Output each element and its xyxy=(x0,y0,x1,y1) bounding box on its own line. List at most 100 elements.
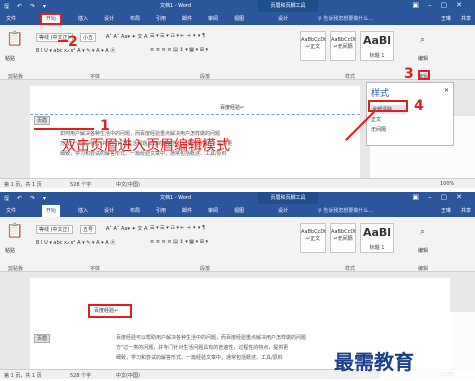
header-text[interactable]: 百度经验↵ xyxy=(94,307,118,314)
document-title: 文档1 - Word xyxy=(160,195,192,201)
window-controls[interactable]: ▣–▢✕ xyxy=(412,1,471,9)
ribbon-tabs: 文件 开始 插入 设计 布局 引用 邮件 审阅 视图 设计 ♀ 告诉我您想要做什… xyxy=(0,204,475,217)
tab-review[interactable]: 审阅 xyxy=(208,207,218,214)
tab-references[interactable]: 引用 xyxy=(156,207,166,214)
edit-label: 编辑 xyxy=(418,56,429,62)
paste-icon[interactable]: 📋 xyxy=(6,223,23,239)
body-line-2: 方"过一类的问题，并专门针对生活问题具有的普遍性，过程性的特点，提供更 xyxy=(116,345,289,351)
font-size-box[interactable]: 小五 xyxy=(80,33,97,42)
arrow-2 xyxy=(58,40,68,42)
tab-view[interactable]: 视图 xyxy=(234,15,244,22)
status-words: 528 个字 xyxy=(70,373,92,379)
tab-file[interactable]: 文件 xyxy=(6,207,16,214)
status-words: 528 个字 xyxy=(70,182,92,188)
group-clipboard: 剪贴板 xyxy=(8,266,24,272)
style-no-spacing[interactable]: AaBbCcDt ↵无间隔 xyxy=(330,223,356,253)
status-page: 第 1 页，共 1 页 xyxy=(4,182,42,188)
tab-view[interactable]: 视图 xyxy=(234,207,244,214)
tab-home[interactable]: 开始 xyxy=(42,205,61,217)
font-name-box[interactable]: 等线 (中文正) xyxy=(36,225,73,234)
highlight-styles-launcher xyxy=(418,70,430,80)
annotation-2: 2 xyxy=(68,34,78,50)
header-tag: 页眉 xyxy=(34,116,51,125)
body-line-1: 百度经验可以帮助用户解决各种生活中的问题，而百度经验重点解决用户怎样做的问题 xyxy=(116,335,307,341)
font-grow-shrink-icons[interactable]: A˄ A˅ Aa▾ ✦ 文 A xyxy=(106,225,147,232)
tab-references[interactable]: 引用 xyxy=(156,15,166,22)
group-editing: 编辑 xyxy=(418,266,429,272)
tab-design[interactable]: 设计 xyxy=(104,207,114,214)
style-normal[interactable]: AaBbCcDt ↵正文 xyxy=(300,31,326,61)
status-bar: 第 1 页，共 1 页 528 个字 中文(中国) 100% xyxy=(0,178,475,188)
word-window-top: 🖫 ↶ ↷ ▾ 文档1 - Word 页眉和页脚工具 ▣–▢✕ 文件 开始 插入… xyxy=(0,0,475,190)
tab-mailings[interactable]: 邮件 xyxy=(182,207,192,214)
header-tag: 页眉 xyxy=(34,334,51,343)
styles-pane: 样式 ✕ 全部清除 正文 无间隔 xyxy=(366,82,454,146)
close-icon[interactable]: ✕ xyxy=(444,87,449,94)
group-font: 字体 xyxy=(90,74,101,80)
group-font: 字体 xyxy=(90,266,101,272)
document-title: 文档1 - Word xyxy=(160,3,192,9)
annotation-3: 3 xyxy=(404,66,414,82)
group-styles: 样式 xyxy=(345,74,356,80)
arrow-1 xyxy=(34,128,94,130)
status-lang: 中文(中国) xyxy=(116,373,140,379)
context-tools-title: 页眉和页脚工具 xyxy=(258,0,318,12)
tab-layout[interactable]: 布局 xyxy=(130,15,140,22)
highlight-home-tab xyxy=(40,13,62,25)
tell-me-box[interactable]: ♀ 告诉我您想要做什么... xyxy=(318,15,373,22)
pane-item-normal[interactable]: 正文 xyxy=(371,116,381,123)
user-name[interactable]: 王琳 xyxy=(441,15,451,22)
style-heading1[interactable]: AaBl 标题 1 xyxy=(360,31,394,61)
group-clipboard: 剪贴板 xyxy=(8,74,24,80)
paste-icon[interactable]: 📋 xyxy=(6,31,23,47)
paragraph-icons-2[interactable]: ≡ ≡ ≡ ≡ ▤ ↕ ▾ ▦ ▾ ⊞ ▾ xyxy=(150,239,208,245)
body-line-3: 细致，学习和尝试的解答形式。一篇经验文章中，通常包括概述、工具/原料 xyxy=(116,355,283,361)
annotation-1: 1 xyxy=(100,118,110,134)
find-icon[interactable]: ⌕ xyxy=(420,227,425,237)
find-icon[interactable]: ⌕ xyxy=(420,35,425,45)
document-page[interactable]: 百度经验↵ 页眉 如何用户解决各种生活中的问题，而百度经验重点解决用户怎样做的问… xyxy=(30,86,360,178)
style-normal[interactable]: AaBbCcDt ↵正文 xyxy=(300,223,326,253)
paste-label: 粘贴 xyxy=(5,56,16,62)
paragraph-icons-1[interactable]: ☰ ▾ ☰ ▾ ☷ ▾ ⇤ ⇥ ✶ ▾ ¶ xyxy=(150,225,205,231)
highlight-clear-all xyxy=(368,100,408,112)
tab-mailings[interactable]: 邮件 xyxy=(182,15,192,22)
quick-access-icons[interactable]: 🖫 ↶ ↷ ▾ xyxy=(4,2,49,12)
style-heading1[interactable]: AaBl 标题 1 xyxy=(360,223,394,253)
share-button[interactable]: 共享 xyxy=(461,15,471,22)
tab-insert[interactable]: 插入 xyxy=(78,15,88,22)
tab-design[interactable]: 设计 xyxy=(104,15,114,22)
group-paragraph: 段落 xyxy=(200,74,211,80)
word-window-bottom: 🖫 ↶ ↷ ▾ 文档1 - Word 页眉和页脚工具 ▣–▢✕ 文件 开始 插入… xyxy=(0,192,475,381)
context-tools-title: 页眉和页脚工具 xyxy=(258,192,318,204)
ribbon: 📋 粘贴 等线 (中文正) 五号 A˄ A˅ Aa▾ ✦ 文 A B I U ▾… xyxy=(0,217,475,272)
annotation-4: 4 xyxy=(414,98,424,114)
ribbon-tabs: 文件 开始 插入 设计 布局 引用 邮件 审阅 视图 设计 ♀ 告诉我您想要做什… xyxy=(0,12,475,25)
tab-file[interactable]: 文件 xyxy=(6,15,16,22)
styles-pane-title: 样式 xyxy=(371,89,390,99)
instruction-text: 双击页眉进入页眉编辑模式 xyxy=(62,138,230,154)
quick-access-icons[interactable]: 🖫 ↶ ↷ ▾ xyxy=(4,194,49,204)
tell-me-box[interactable]: ♀ 告诉我您想要做什么... xyxy=(318,207,373,214)
user-name[interactable]: 王琳 xyxy=(441,207,451,214)
tab-layout[interactable]: 布局 xyxy=(130,207,140,214)
paste-label: 粘贴 xyxy=(5,248,16,254)
header-text[interactable]: 百度经验↵ xyxy=(220,104,244,111)
paragraph-icons-1[interactable]: ☰ ▾ ☰ ▾ ☷ ▾ ⇤ ⇥ ✶ ▾ ¶ xyxy=(150,33,205,39)
status-page: 第 1 页，共 1 页 xyxy=(4,373,42,379)
pane-item-no-spacing[interactable]: 无间隔 xyxy=(371,126,386,133)
tab-hf-design[interactable]: 设计 xyxy=(278,15,288,22)
window-controls[interactable]: ▣–▢✕ xyxy=(412,193,471,201)
tab-hf-design[interactable]: 设计 xyxy=(278,207,288,214)
style-no-spacing[interactable]: AaBbCcDt ↵无间隔 xyxy=(330,31,356,61)
font-grow-shrink-icons[interactable]: A˄ A˅ Aa▾ ✦ 文 A xyxy=(106,33,147,40)
share-button[interactable]: 共享 xyxy=(461,207,471,214)
status-lang: 中文(中国) xyxy=(116,182,140,188)
paragraph-icons-2[interactable]: ≡ ≡ ≡ ≡ ▤ ↕ ▾ ▦ ▾ ⊞ ▾ xyxy=(150,47,208,53)
status-zoom[interactable]: 100% xyxy=(440,181,454,187)
font-size-box[interactable]: 五号 xyxy=(80,225,97,234)
tab-insert[interactable]: 插入 xyxy=(78,207,88,214)
font-format-icons[interactable]: B I U ▾ abc x₂ x² A ▾ ✎ ▾ A ▾ A Ⓐ xyxy=(36,239,115,246)
tab-review[interactable]: 审阅 xyxy=(208,15,218,22)
group-styles: 样式 xyxy=(345,266,356,272)
